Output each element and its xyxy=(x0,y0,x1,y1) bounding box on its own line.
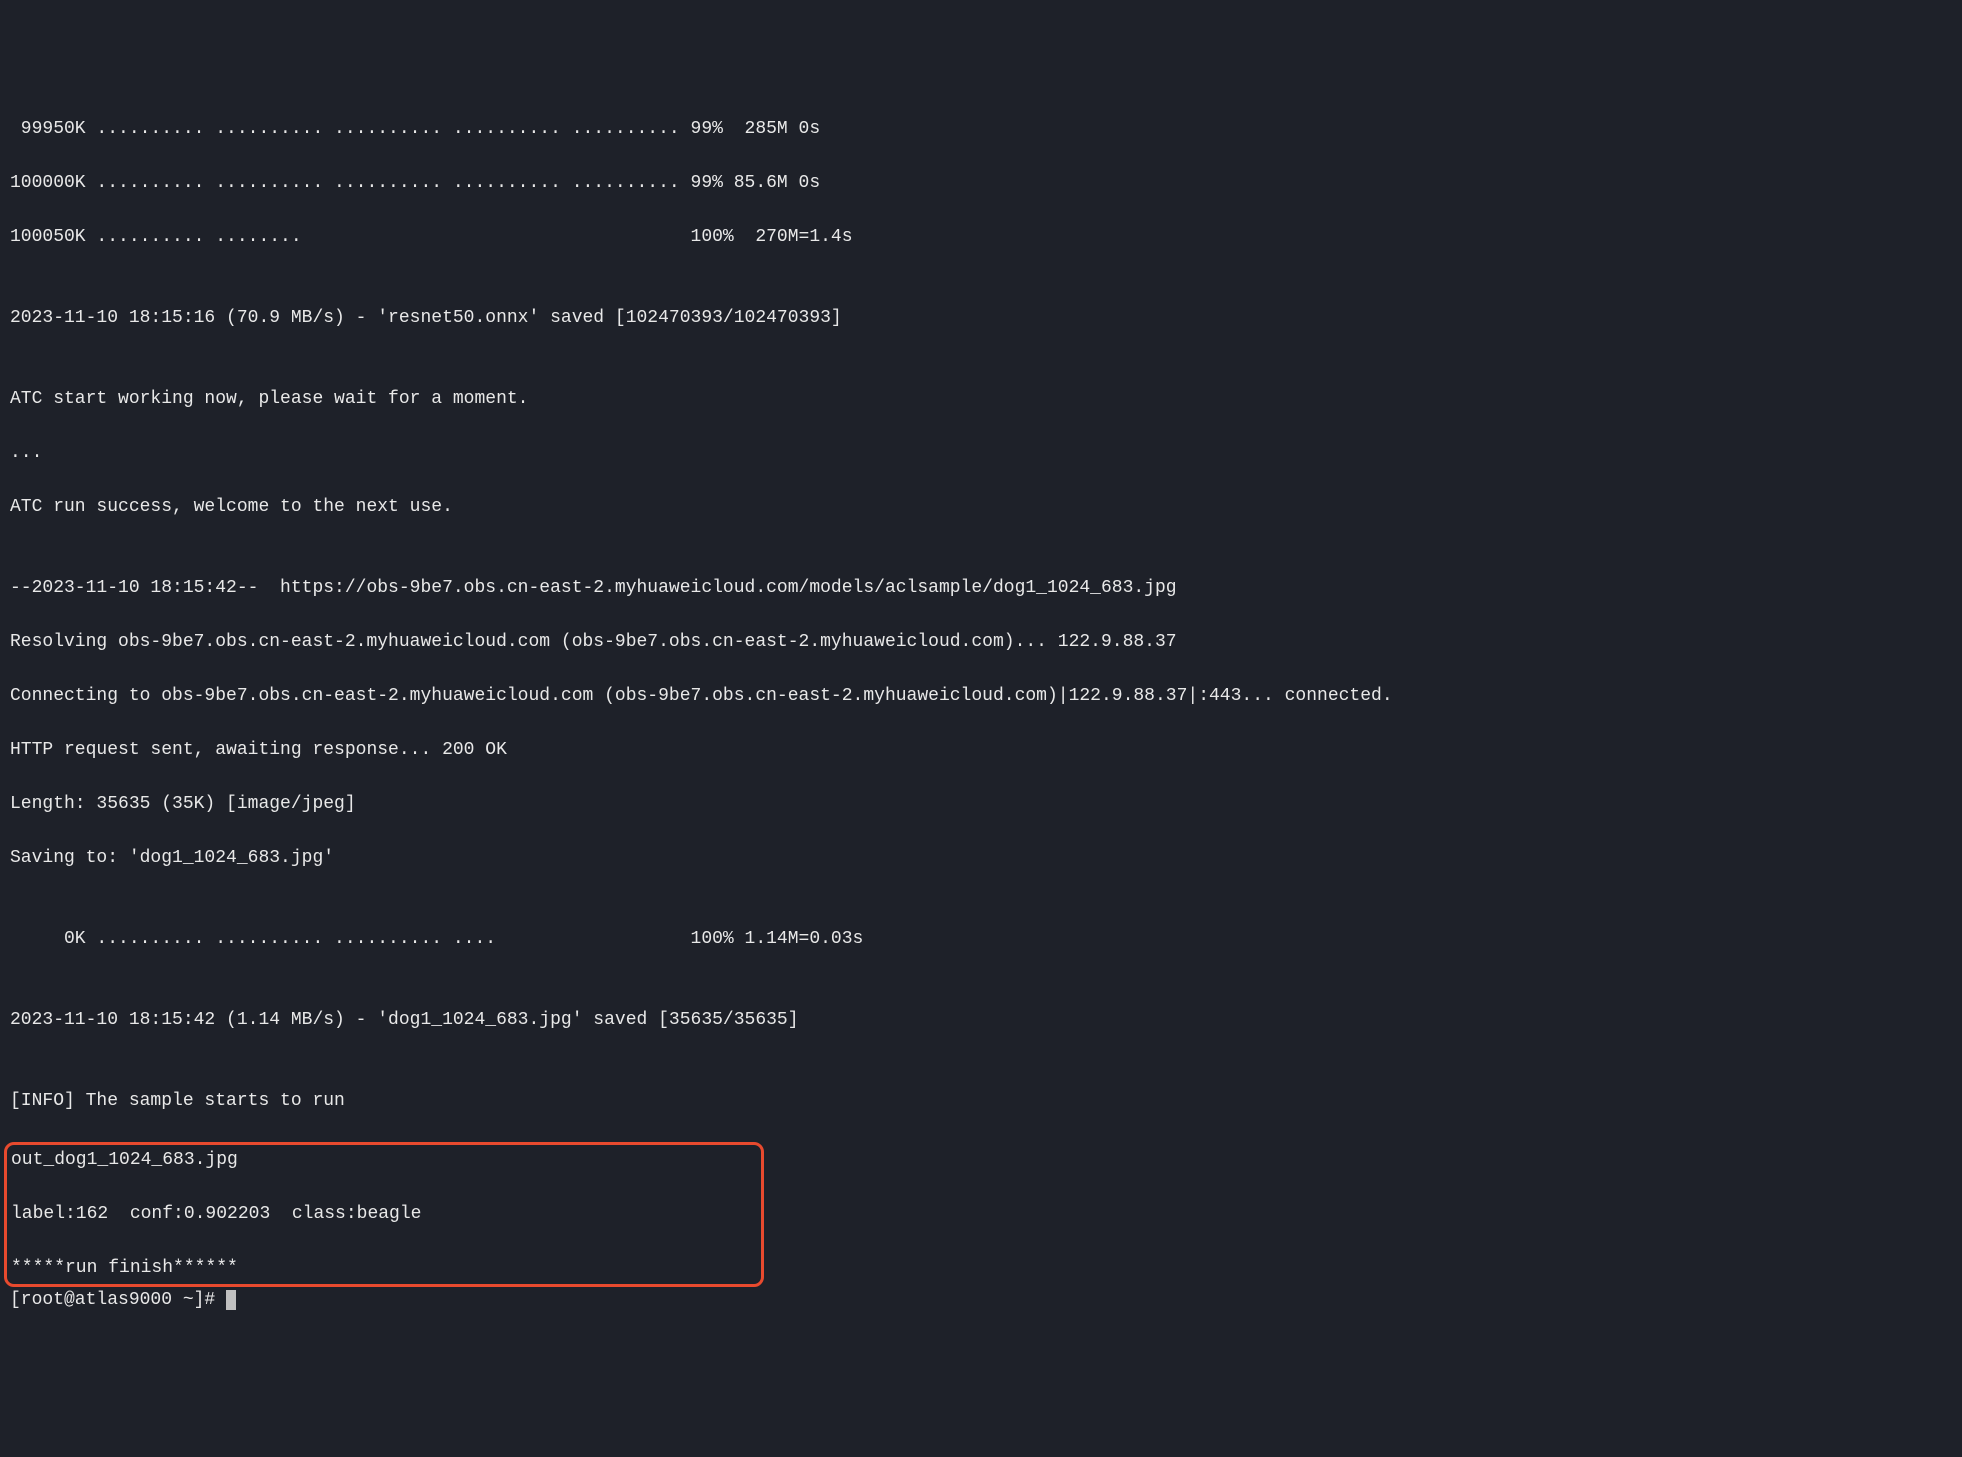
prompt-text: [root@atlas9000 ~]# xyxy=(10,1290,226,1310)
download-progress-line: 100050K .......... ........ 100% 270M=1.… xyxy=(10,224,1952,251)
atc-success-line: ATC run success, welcome to the next use… xyxy=(10,494,1952,521)
wget-url-line: --2023-11-10 18:15:42-- https://obs-9be7… xyxy=(10,575,1952,602)
saving-to-line: Saving to: 'dog1_1024_683.jpg' xyxy=(10,845,1952,872)
inference-result-line: label:162 conf:0.902203 class:beagle xyxy=(11,1201,757,1228)
shell-prompt[interactable]: [root@atlas9000 ~]# xyxy=(10,1290,236,1310)
wget-resolving-line: Resolving obs-9be7.obs.cn-east-2.myhuawe… xyxy=(10,629,1952,656)
http-response-line: HTTP request sent, awaiting response... … xyxy=(10,737,1952,764)
download-saved-line: 2023-11-10 18:15:42 (1.14 MB/s) - 'dog1_… xyxy=(10,1007,1952,1034)
download-progress-line: 99950K .......... .......... .......... … xyxy=(10,116,1952,143)
content-length-line: Length: 35635 (35K) [image/jpeg] xyxy=(10,791,1952,818)
download-progress-line: 100000K .......... .......... ..........… xyxy=(10,170,1952,197)
wget-connecting-line: Connecting to obs-9be7.obs.cn-east-2.myh… xyxy=(10,683,1952,710)
info-sample-start-line: [INFO] The sample starts to run xyxy=(10,1088,1952,1115)
output-filename-line: out_dog1_1024_683.jpg xyxy=(11,1147,757,1174)
download-progress-line: 0K .......... .......... .......... ....… xyxy=(10,926,1952,953)
atc-progress-line: ... xyxy=(10,440,1952,467)
highlighted-output-box: out_dog1_1024_683.jpg label:162 conf:0.9… xyxy=(4,1142,764,1287)
terminal-output[interactable]: 99950K .......... .......... .......... … xyxy=(10,116,1952,1314)
cursor-icon xyxy=(226,1290,236,1310)
atc-start-line: ATC start working now, please wait for a… xyxy=(10,386,1952,413)
run-finish-line: *****run finish****** xyxy=(11,1255,757,1282)
download-saved-line: 2023-11-10 18:15:16 (70.9 MB/s) - 'resne… xyxy=(10,305,1952,332)
